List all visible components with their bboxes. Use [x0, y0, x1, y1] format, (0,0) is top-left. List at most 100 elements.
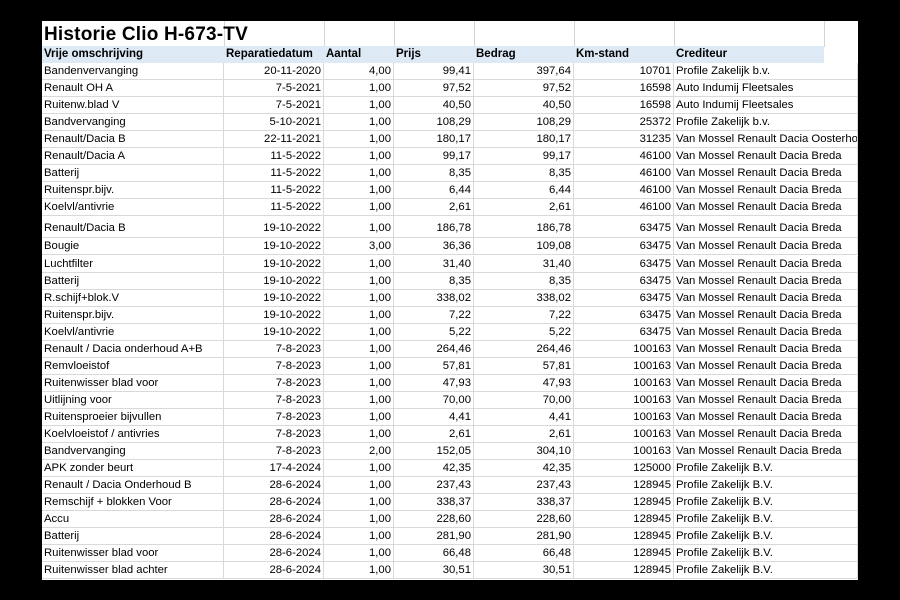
km-cell[interactable]: 63475	[574, 272, 674, 290]
date-cell[interactable]: 28-6-2024	[224, 528, 324, 546]
description-cell[interactable]: Renault OH A	[42, 80, 224, 98]
creditor-cell[interactable]: Van Mossel Renault Dacia Breda	[674, 182, 858, 200]
description-cell[interactable]: Bandvervanging	[42, 114, 224, 132]
quantity-cell[interactable]: 1,00	[324, 148, 394, 166]
price-cell[interactable]: 47,93	[394, 374, 474, 392]
quantity-cell[interactable]: 1,00	[324, 182, 394, 200]
creditor-cell[interactable]: Van Mossel Renault Dacia Breda	[674, 272, 858, 290]
quantity-cell[interactable]: 2,00	[324, 443, 394, 461]
quantity-cell[interactable]: 1,00	[324, 255, 394, 273]
km-cell[interactable]: 63475	[574, 323, 674, 341]
price-cell[interactable]: 7,22	[394, 306, 474, 324]
km-cell[interactable]: 46100	[574, 199, 674, 217]
creditor-cell[interactable]: Van Mossel Renault Dacia Breda	[674, 289, 858, 307]
creditor-cell[interactable]: Profile Zakelijk B.V.	[674, 511, 858, 529]
creditor-cell[interactable]: Van Mossel Renault Dacia Breda	[674, 408, 858, 426]
quantity-cell[interactable]: 3,00	[324, 238, 394, 256]
description-cell[interactable]: Bandvervanging	[42, 443, 224, 461]
description-cell[interactable]: Renault/Dacia B	[42, 131, 224, 149]
date-cell[interactable]: 22-11-2021	[224, 131, 324, 149]
km-cell[interactable]: 128945	[574, 528, 674, 546]
km-cell[interactable]: 63475	[574, 289, 674, 307]
quantity-cell[interactable]: 1,00	[324, 374, 394, 392]
amount-cell[interactable]: 40,50	[474, 97, 574, 115]
amount-cell[interactable]: 2,61	[474, 199, 574, 217]
price-cell[interactable]: 186,78	[394, 216, 474, 239]
description-cell[interactable]: Renault / Dacia Onderhoud B	[42, 477, 224, 495]
date-cell[interactable]: 7-8-2023	[224, 443, 324, 461]
creditor-cell[interactable]: Profile Zakelijk B.V.	[674, 562, 858, 580]
quantity-cell[interactable]: 1,00	[324, 494, 394, 512]
quantity-cell[interactable]: 1,00	[324, 97, 394, 115]
amount-cell[interactable]: 66,48	[474, 545, 574, 563]
km-cell[interactable]: 128945	[574, 494, 674, 512]
price-cell[interactable]: 99,17	[394, 148, 474, 166]
amount-cell[interactable]: 42,35	[474, 460, 574, 478]
amount-cell[interactable]: 109,08	[474, 238, 574, 256]
creditor-cell[interactable]: Van Mossel Renault Dacia Breda	[674, 165, 858, 183]
price-cell[interactable]: 40,50	[394, 97, 474, 115]
creditor-cell[interactable]: Van Mossel Renault Dacia Breda	[674, 340, 858, 358]
creditor-cell[interactable]: Auto Indumij Fleetsales	[674, 80, 858, 98]
amount-cell[interactable]: 5,22	[474, 323, 574, 341]
km-cell[interactable]: 63475	[574, 216, 674, 239]
creditor-cell[interactable]: Profile Zakelijk B.V.	[674, 477, 858, 495]
price-cell[interactable]: 97,52	[394, 80, 474, 98]
date-cell[interactable]: 19-10-2022	[224, 289, 324, 307]
creditor-cell[interactable]: Auto Indumij Fleetsales	[674, 97, 858, 115]
km-cell[interactable]: 16598	[574, 80, 674, 98]
quantity-cell[interactable]: 1,00	[324, 408, 394, 426]
km-cell[interactable]: 100163	[574, 391, 674, 409]
amount-cell[interactable]: 338,37	[474, 494, 574, 512]
km-cell[interactable]: 100163	[574, 443, 674, 461]
column-header[interactable]: Aantal	[324, 46, 394, 63]
date-cell[interactable]: 5-10-2021	[224, 114, 324, 132]
description-cell[interactable]: Ruitenwisser blad voor	[42, 545, 224, 563]
km-cell[interactable]: 46100	[574, 165, 674, 183]
amount-cell[interactable]: 108,29	[474, 114, 574, 132]
price-cell[interactable]: 338,37	[394, 494, 474, 512]
price-cell[interactable]: 180,17	[394, 131, 474, 149]
description-cell[interactable]: Ruitenwisser blad voor	[42, 374, 224, 392]
description-cell[interactable]: Luchtfilter	[42, 255, 224, 273]
creditor-cell[interactable]: Van Mossel Renault Dacia Breda	[674, 357, 858, 375]
km-cell[interactable]: 63475	[574, 255, 674, 273]
quantity-cell[interactable]: 1,00	[324, 199, 394, 217]
date-cell[interactable]: 11-5-2022	[224, 199, 324, 217]
amount-cell[interactable]: 281,90	[474, 528, 574, 546]
amount-cell[interactable]: 8,35	[474, 272, 574, 290]
creditor-cell[interactable]: Van Mossel Renault Dacia Breda	[674, 426, 858, 443]
creditor-cell[interactable]: Profile Zakelijk B.V.	[674, 528, 858, 546]
amount-cell[interactable]: 6,44	[474, 182, 574, 200]
creditor-cell[interactable]: Profile Zakelijk B.V.	[674, 545, 858, 563]
amount-cell[interactable]: 397,64	[474, 63, 574, 80]
quantity-cell[interactable]: 1,00	[324, 528, 394, 546]
quantity-cell[interactable]: 1,00	[324, 216, 394, 239]
quantity-cell[interactable]: 1,00	[324, 426, 394, 443]
column-header[interactable]: Prijs	[394, 46, 474, 63]
date-cell[interactable]: 7-5-2021	[224, 80, 324, 98]
quantity-cell[interactable]: 1,00	[324, 460, 394, 478]
price-cell[interactable]: 2,61	[394, 426, 474, 443]
creditor-cell[interactable]: Van Mossel Renault Dacia Breda	[674, 443, 858, 461]
amount-cell[interactable]: 30,51	[474, 562, 574, 580]
description-cell[interactable]: Batterij	[42, 272, 224, 290]
price-cell[interactable]: 30,51	[394, 562, 474, 580]
creditor-cell[interactable]: Profile Zakelijk B.V.	[674, 460, 858, 478]
column-header[interactable]: Crediteur	[674, 46, 824, 63]
column-header[interactable]: Bedrag	[474, 46, 574, 63]
description-cell[interactable]: APK zonder beurt	[42, 460, 224, 478]
date-cell[interactable]: 28-6-2024	[224, 494, 324, 512]
km-cell[interactable]: 46100	[574, 148, 674, 166]
km-cell[interactable]: 31235	[574, 131, 674, 149]
price-cell[interactable]: 8,35	[394, 272, 474, 290]
quantity-cell[interactable]: 1,00	[324, 562, 394, 580]
date-cell[interactable]: 7-8-2023	[224, 374, 324, 392]
date-cell[interactable]: 17-4-2024	[224, 460, 324, 478]
description-cell[interactable]: Renault/Dacia B	[42, 216, 224, 239]
price-cell[interactable]: 99,41	[394, 63, 474, 80]
description-cell[interactable]: Ruitenw.blad V	[42, 97, 224, 115]
km-cell[interactable]: 16598	[574, 97, 674, 115]
date-cell[interactable]: 19-10-2022	[224, 238, 324, 256]
amount-cell[interactable]: 180,17	[474, 131, 574, 149]
